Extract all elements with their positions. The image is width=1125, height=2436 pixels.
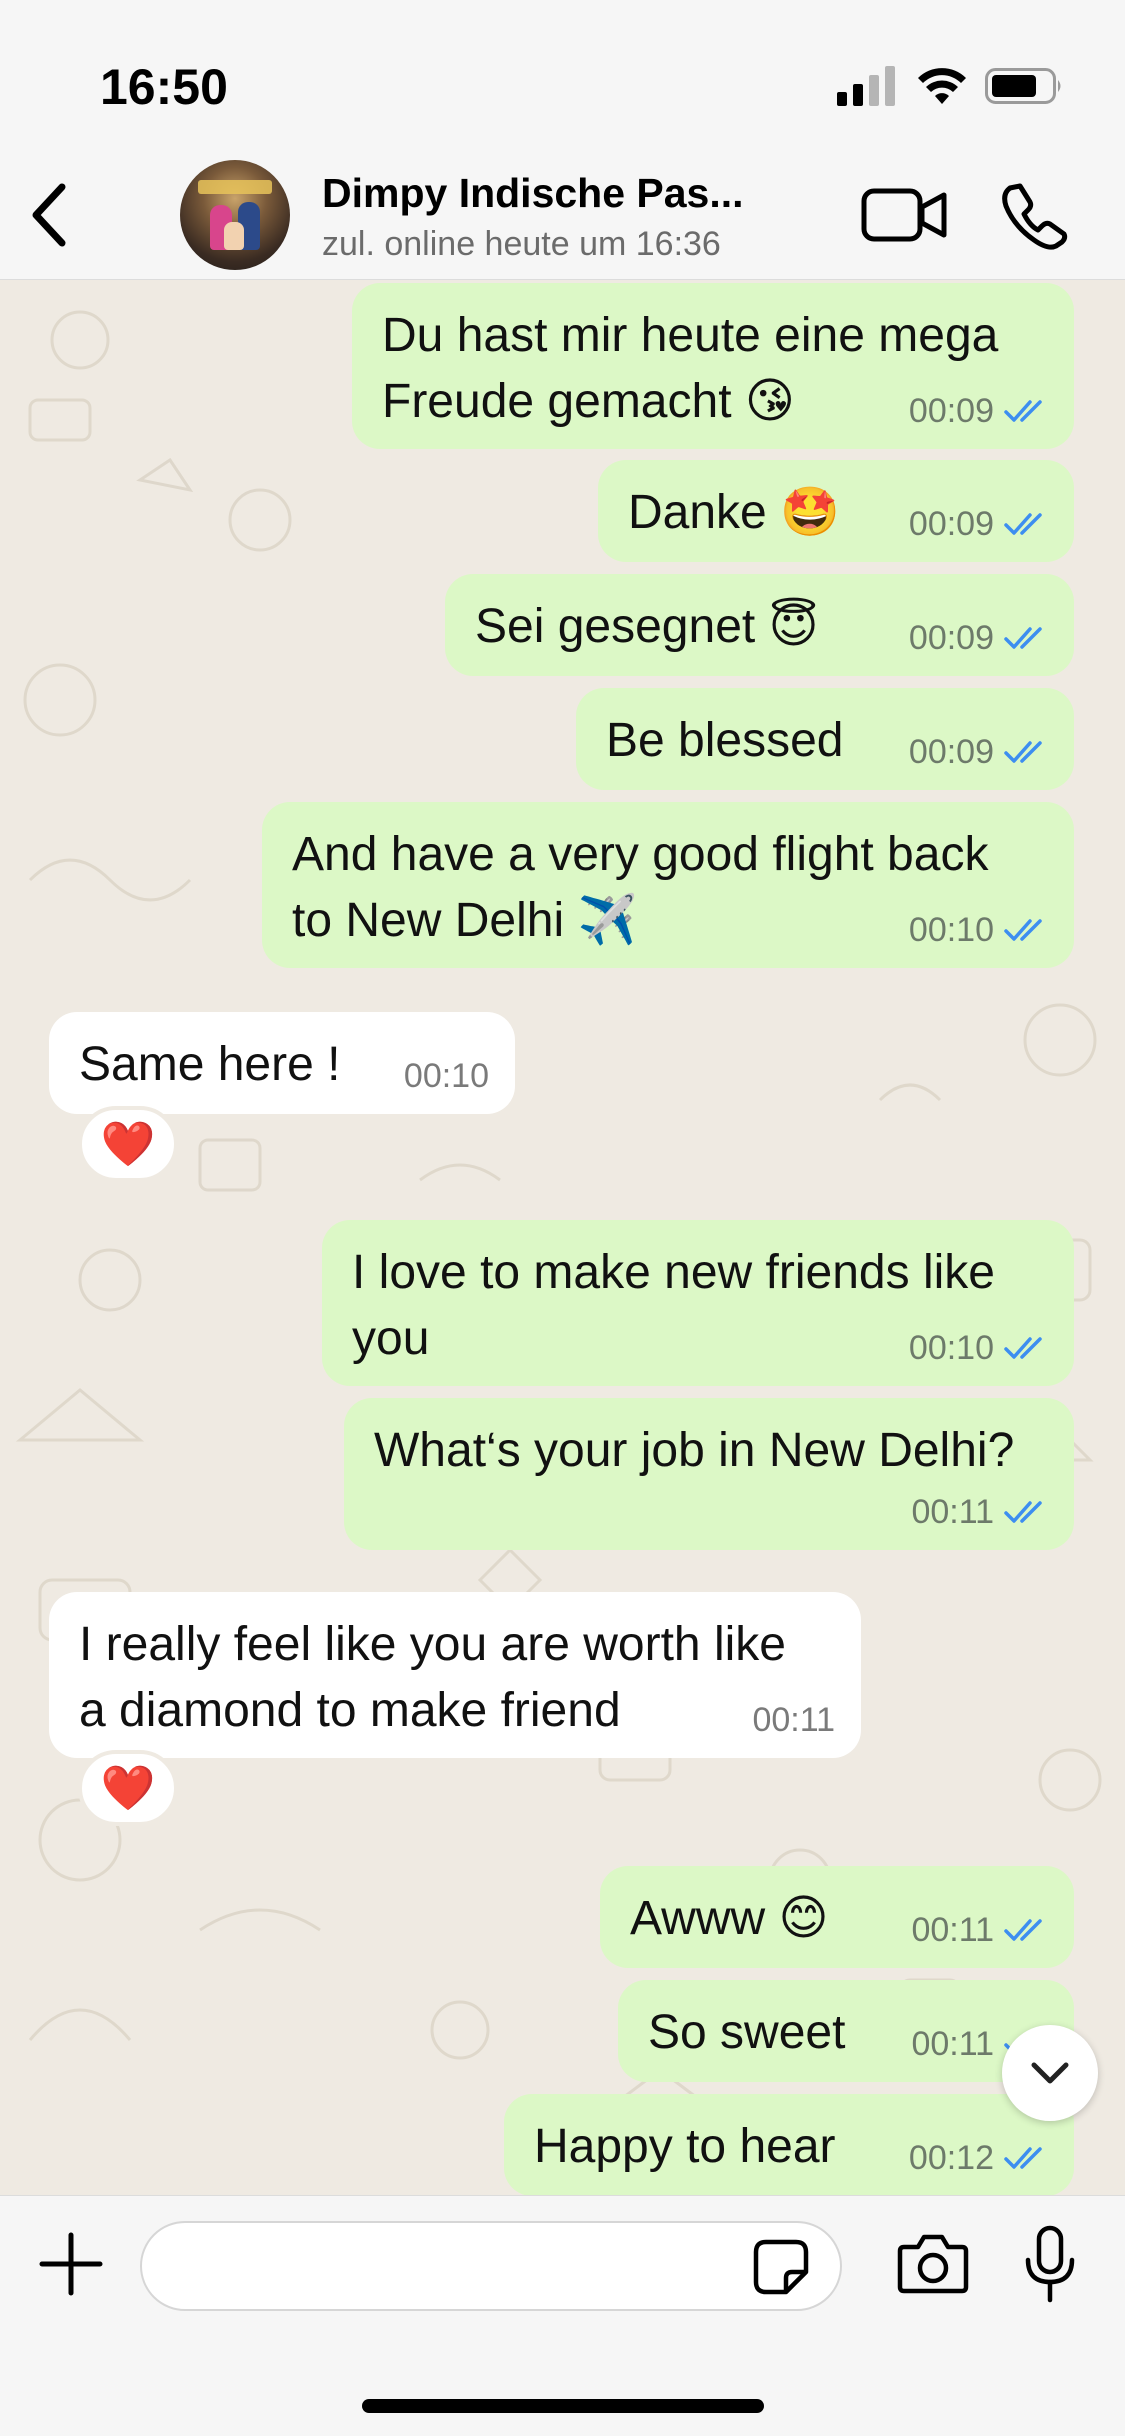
message-meta: 00:10 bbox=[909, 1328, 1048, 1368]
camera-icon bbox=[897, 2234, 969, 2294]
microphone-button[interactable] bbox=[1022, 2224, 1078, 2304]
last-seen-status: zul. online heute um 16:36 bbox=[322, 225, 721, 263]
message-incoming[interactable]: Same here ! 00:10 bbox=[49, 1012, 515, 1114]
camera-button[interactable] bbox=[896, 2231, 970, 2297]
heart-reaction: ❤️ bbox=[100, 1764, 156, 1813]
message-time: 00:11 bbox=[911, 1911, 994, 1949]
wifi-icon bbox=[918, 68, 966, 104]
read-ticks-icon bbox=[1004, 741, 1042, 763]
message-meta: 00:10 bbox=[909, 910, 1048, 950]
voice-call-button[interactable] bbox=[1000, 180, 1070, 250]
message-input[interactable] bbox=[140, 2221, 842, 2311]
video-camera-icon bbox=[861, 188, 947, 242]
message-outgoing[interactable]: Du hast mir heute eine mega Freude gemac… bbox=[352, 283, 1074, 449]
message-time: 00:12 bbox=[908, 2139, 994, 2177]
read-ticks-icon bbox=[1004, 2147, 1042, 2169]
read-ticks-icon bbox=[1004, 1501, 1042, 1523]
message-meta: 00:09 bbox=[909, 391, 1048, 431]
message-time: 00:09 bbox=[908, 733, 994, 771]
plus-icon bbox=[39, 2232, 103, 2296]
microphone-icon bbox=[1025, 2225, 1075, 2303]
sticker-button[interactable] bbox=[752, 2238, 810, 2296]
read-ticks-icon bbox=[1004, 1337, 1042, 1359]
message-time: 00:10 bbox=[908, 911, 994, 949]
message-outgoing[interactable]: Sei gesegnet 😇 00:09 bbox=[445, 574, 1074, 676]
message-text: What‘s your job in New Delhi? bbox=[374, 1424, 1015, 1477]
message-meta: 00:11 bbox=[911, 1492, 1048, 1532]
message-text: a diamond to make friend bbox=[79, 1684, 621, 1737]
scroll-to-bottom-button[interactable] bbox=[1002, 2025, 1098, 2121]
message-text: I really feel like you are worth like bbox=[79, 1618, 786, 1671]
message-time: 00:10 bbox=[403, 1057, 489, 1095]
message-time: 00:11 bbox=[752, 1701, 835, 1739]
message-meta: 00:10 bbox=[404, 1056, 489, 1096]
video-call-button[interactable] bbox=[860, 185, 950, 245]
contact-name[interactable]: Dimpy Indische Pas... bbox=[322, 170, 744, 217]
message-meta: 00:11 bbox=[752, 1700, 835, 1740]
message-time: 00:10 bbox=[908, 1329, 994, 1367]
message-time: 00:11 bbox=[911, 2025, 994, 2063]
read-ticks-icon bbox=[1004, 513, 1042, 535]
message-outgoing[interactable]: Happy to hear 00:12 bbox=[504, 2094, 1074, 2195]
status-time: 16:50 bbox=[100, 59, 228, 115]
status-icons bbox=[837, 66, 1065, 106]
battery-icon bbox=[985, 68, 1061, 104]
contact-avatar[interactable] bbox=[180, 160, 290, 270]
message-text: And have a very good flight back bbox=[292, 828, 989, 881]
heart-reaction: ❤️ bbox=[100, 1120, 156, 1169]
phone-icon bbox=[1002, 183, 1068, 250]
message-meta: 00:11 bbox=[911, 1910, 1048, 1950]
chevron-left-icon bbox=[32, 183, 66, 247]
message-incoming[interactable]: I really feel like you are worth like a … bbox=[49, 1592, 861, 1758]
message-meta: 00:09 bbox=[909, 732, 1048, 772]
message-outgoing[interactable]: Be blessed 00:09 bbox=[576, 688, 1074, 790]
message-time: 00:09 bbox=[908, 619, 994, 657]
chat-screen: 16:50 Dimpy Indische Pas... zul. online … bbox=[0, 0, 1125, 2436]
composer-bar bbox=[0, 2195, 1125, 2436]
attach-button[interactable] bbox=[38, 2231, 104, 2297]
message-text: Du hast mir heute eine mega bbox=[382, 309, 999, 362]
message-list[interactable]: Du hast mir heute eine mega Freude gemac… bbox=[0, 280, 1125, 2195]
back-button[interactable] bbox=[20, 175, 80, 255]
message-outgoing[interactable]: Awww 😊 00:11 bbox=[600, 1866, 1074, 1968]
read-ticks-icon bbox=[1004, 1919, 1042, 1941]
message-text: I love to make new friends like bbox=[352, 1246, 995, 1299]
chat-header: 16:50 Dimpy Indische Pas... zul. online … bbox=[0, 0, 1125, 280]
message-outgoing[interactable]: And have a very good flight back to New … bbox=[262, 802, 1074, 968]
message-meta: 00:09 bbox=[909, 618, 1048, 658]
message-outgoing[interactable]: What‘s your job in New Delhi? 00:11 bbox=[344, 1398, 1074, 1550]
home-indicator[interactable] bbox=[362, 2399, 764, 2413]
message-meta: 00:12 bbox=[909, 2138, 1048, 2178]
chevron-down-icon bbox=[1031, 2062, 1069, 2084]
read-ticks-icon bbox=[1004, 400, 1042, 422]
signal-icon bbox=[837, 66, 895, 106]
message-outgoing[interactable]: Danke 🤩 00:09 bbox=[598, 460, 1074, 562]
read-ticks-icon bbox=[1004, 627, 1042, 649]
read-ticks-icon bbox=[1004, 919, 1042, 941]
message-reaction[interactable]: ❤️ bbox=[78, 1106, 178, 1182]
message-meta: 00:09 bbox=[909, 504, 1048, 544]
message-time: 00:09 bbox=[908, 505, 994, 543]
message-time: 00:11 bbox=[911, 1493, 994, 1531]
sticker-icon bbox=[753, 2239, 809, 2295]
message-reaction[interactable]: ❤️ bbox=[78, 1750, 178, 1826]
message-time: 00:09 bbox=[908, 392, 994, 430]
message-outgoing[interactable]: I love to make new friends like you 00:1… bbox=[322, 1220, 1074, 1386]
